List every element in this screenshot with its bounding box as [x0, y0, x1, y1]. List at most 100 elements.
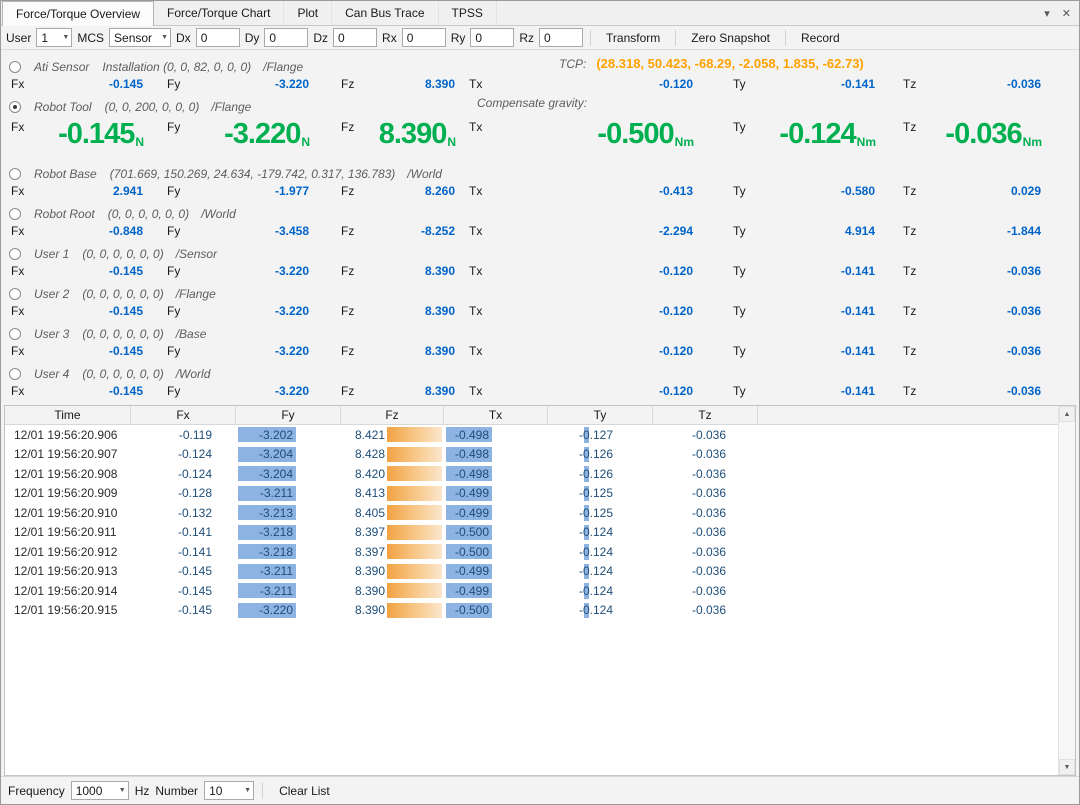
column-header-ty[interactable]: Ty [548, 406, 653, 424]
cell-value: -0.498 [455, 447, 489, 461]
unit-label: N [447, 135, 456, 149]
close-icon[interactable]: ✕ [1062, 7, 1071, 20]
axis-label: Fy [167, 184, 197, 198]
scroll-down-icon[interactable]: ▼ [1059, 759, 1075, 775]
transform-button[interactable]: Transform [598, 29, 668, 47]
cell-value: -0.500 [455, 545, 489, 559]
zero-snapshot-button[interactable]: Zero Snapshot [683, 29, 778, 47]
frame-radio-robot-tool[interactable] [9, 101, 21, 113]
frame-radio-ati-sensor[interactable] [9, 61, 21, 73]
user-label: User [6, 31, 31, 45]
offset-input-ry[interactable]: 0 [470, 28, 514, 47]
table-scrollbar[interactable]: ▲ ▼ [1058, 406, 1075, 775]
cell-tx: -0.500 [444, 601, 548, 621]
tab-can-bus-trace[interactable]: Can Bus Trace [332, 1, 438, 25]
frame-params: (0, 0, 0, 0, 0, 0) /World [82, 367, 210, 381]
clear-list-button[interactable]: Clear List [271, 782, 338, 800]
cell-time: 12/01 19:56:20.910 [5, 503, 131, 523]
cell-fz: 8.397 [341, 523, 444, 543]
frame-radio-user-4[interactable] [9, 368, 21, 380]
axis-value: -0.580 [763, 184, 875, 198]
tab-plot[interactable]: Plot [284, 1, 332, 25]
axis-label: Ty [733, 119, 763, 134]
cell-value: -3.220 [259, 603, 293, 617]
table-row: 12/01 19:56:20.914-0.145-3.2118.390-0.49… [5, 581, 1058, 601]
frequency-select-value: 1000 [76, 784, 103, 798]
cell-tz: -0.036 [653, 523, 758, 543]
unit-label: Nm [675, 135, 694, 149]
axis-value: -3.220N [197, 119, 309, 155]
mcs-select[interactable]: Sensor ▼ [109, 28, 171, 47]
hz-label: Hz [135, 784, 150, 798]
fy-data-bar: -3.211 [238, 583, 296, 598]
offset-label-ry: Ry [451, 31, 466, 45]
tab-tpss[interactable]: TPSS [439, 1, 497, 25]
offset-input-rz[interactable]: 0 [539, 28, 583, 47]
chevron-down-icon: ▼ [244, 787, 251, 794]
compensate-gravity-label: Compensate gravity: [477, 96, 587, 110]
column-header-tz[interactable]: Tz [653, 406, 758, 424]
tab-force-torque-chart[interactable]: Force/Torque Chart [154, 1, 284, 25]
column-header-fz[interactable]: Fz [341, 406, 444, 424]
axis-value: -0.141 [763, 77, 875, 91]
cell-value: 8.428 [355, 447, 385, 461]
frame-radio-robot-base[interactable] [9, 168, 21, 180]
axis-value: 8.260 [371, 184, 455, 198]
axis-value: 0.029 [933, 184, 1041, 198]
cell-value: -3.218 [259, 525, 293, 539]
cell-value: -3.211 [260, 486, 293, 500]
fz-data-bar [387, 466, 442, 481]
axis-label: Fz [341, 184, 371, 198]
axis-value: -0.145 [41, 344, 143, 358]
scroll-up-icon[interactable]: ▲ [1059, 406, 1075, 422]
axis-value: -0.141 [763, 264, 875, 278]
cell-fx: -0.141 [131, 523, 236, 543]
offset-input-dy[interactable]: 0 [264, 28, 308, 47]
tcp-line: TCP: (28.318, 50.423, -68.29, -2.058, 1.… [559, 56, 864, 71]
axis-label: Fx [11, 119, 41, 134]
frame-name: User 1 [34, 247, 69, 261]
cell-fx: -0.141 [131, 542, 236, 562]
frame-radio-robot-root[interactable] [9, 208, 21, 220]
cell-value: -0.124 [579, 584, 613, 598]
frame-params: (0, 0, 200, 0, 0, 0) /Flange [105, 100, 252, 114]
cell-value: -0.498 [455, 428, 489, 442]
frequency-select[interactable]: 1000 ▼ [71, 781, 129, 800]
fz-data-bar [387, 583, 442, 598]
cell-ty: -0.124 [548, 523, 653, 543]
column-header-fx[interactable]: Fx [131, 406, 236, 424]
cell-time: 12/01 19:56:20.908 [5, 464, 131, 484]
table-row: 12/01 19:56:20.910-0.132-3.2138.405-0.49… [5, 503, 1058, 523]
cell-fy: -3.202 [236, 425, 341, 445]
tab-force-torque-overview[interactable]: Force/Torque Overview [2, 1, 154, 26]
cell-value: 8.421 [355, 428, 385, 442]
cell-value: -0.124 [579, 545, 613, 559]
column-header-tx[interactable]: Tx [444, 406, 548, 424]
bottom-bar: Frequency 1000 ▼ Hz Number 10 ▼ Clear Li… [1, 776, 1079, 804]
axis-value: -0.124Nm [763, 119, 875, 155]
user-select[interactable]: 1 ▼ [36, 28, 72, 47]
axis-label: Fz [341, 304, 371, 318]
frame-radio-user-1[interactable] [9, 248, 21, 260]
axis-label: Fx [11, 184, 41, 198]
offset-input-dz[interactable]: 0 [333, 28, 377, 47]
offset-input-dx[interactable]: 0 [196, 28, 240, 47]
axis-label: Fz [341, 77, 371, 91]
cell-value: -3.218 [259, 545, 293, 559]
number-select[interactable]: 10 ▼ [204, 781, 254, 800]
axis-value: -0.145 [41, 264, 143, 278]
frame-radio-user-2[interactable] [9, 288, 21, 300]
mcs-select-value: Sensor [114, 31, 152, 45]
column-header-fy[interactable]: Fy [236, 406, 341, 424]
frame-radio-user-3[interactable] [9, 328, 21, 340]
axis-label: Ty [733, 184, 763, 198]
offset-input-rx[interactable]: 0 [402, 28, 446, 47]
record-button[interactable]: Record [793, 29, 848, 47]
column-header-time[interactable]: Time [5, 406, 131, 424]
tabs-dropdown-icon[interactable]: ▾ [1044, 7, 1050, 20]
fy-data-bar: -3.218 [238, 544, 296, 559]
cell-fz: 8.405 [341, 503, 444, 523]
axis-label: Tx [469, 264, 499, 278]
user-select-value: 1 [41, 31, 48, 45]
offset-inputs: Dx0Dy0Dz0Rx0Ry0Rz0 [176, 28, 583, 47]
